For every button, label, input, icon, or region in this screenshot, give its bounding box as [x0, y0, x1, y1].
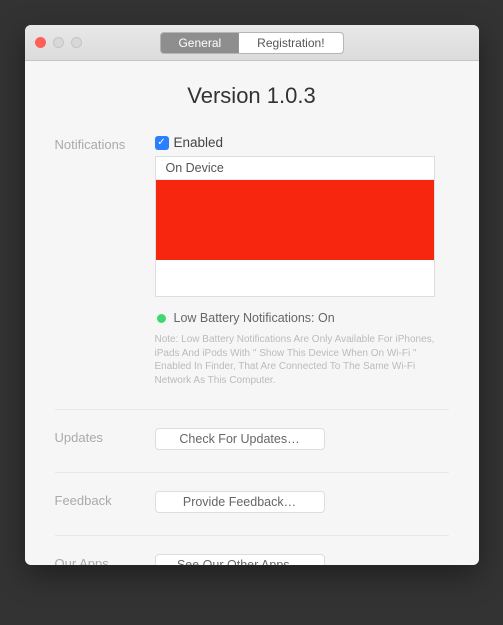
minimize-window-button[interactable]: [53, 37, 64, 48]
tab-registration[interactable]: Registration!: [239, 32, 343, 54]
status-dot-icon: [157, 314, 166, 323]
version-title: Version 1.0.3: [55, 83, 449, 109]
low-battery-label: Low Battery Notifications: On: [174, 311, 335, 325]
section-notifications: Notifications ✓ Enabled On Device Low Ba…: [55, 135, 449, 387]
section-our-apps: Our Apps See Our Other Apps…: [55, 554, 449, 565]
preferences-window: General Registration! Version 1.0.3 Noti…: [25, 25, 479, 565]
checkmark-icon: ✓: [157, 138, 165, 148]
divider: [55, 472, 449, 473]
low-battery-status: Low Battery Notifications: On: [155, 311, 449, 325]
close-window-button[interactable]: [35, 37, 46, 48]
divider: [55, 409, 449, 410]
check-updates-button[interactable]: Check For Updates…: [155, 428, 325, 450]
enabled-checkbox[interactable]: ✓: [155, 136, 169, 150]
updates-label: Updates: [55, 428, 155, 445]
tab-general[interactable]: General: [159, 32, 239, 54]
traffic-lights: [35, 37, 82, 48]
enabled-checkbox-row[interactable]: ✓ Enabled: [155, 135, 449, 150]
maximize-window-button[interactable]: [71, 37, 82, 48]
feedback-label: Feedback: [55, 491, 155, 508]
tab-bar: General Registration!: [159, 32, 343, 54]
device-list-blank: [156, 260, 434, 296]
titlebar: General Registration!: [25, 25, 479, 61]
device-list-header: On Device: [156, 157, 434, 180]
divider: [55, 535, 449, 536]
provide-feedback-button[interactable]: Provide Feedback…: [155, 491, 325, 513]
our-apps-label: Our Apps: [55, 554, 155, 565]
low-battery-note: Note: Low Battery Notifications Are Only…: [155, 333, 445, 387]
section-feedback: Feedback Provide Feedback…: [55, 491, 449, 513]
notifications-label: Notifications: [55, 135, 155, 152]
content-area: Version 1.0.3 Notifications ✓ Enabled On…: [25, 61, 479, 565]
enabled-label: Enabled: [174, 135, 224, 150]
see-other-apps-button[interactable]: See Our Other Apps…: [155, 554, 325, 565]
section-updates: Updates Check For Updates…: [55, 428, 449, 450]
device-list-box: On Device: [155, 156, 435, 297]
device-list-redacted: [156, 180, 434, 260]
